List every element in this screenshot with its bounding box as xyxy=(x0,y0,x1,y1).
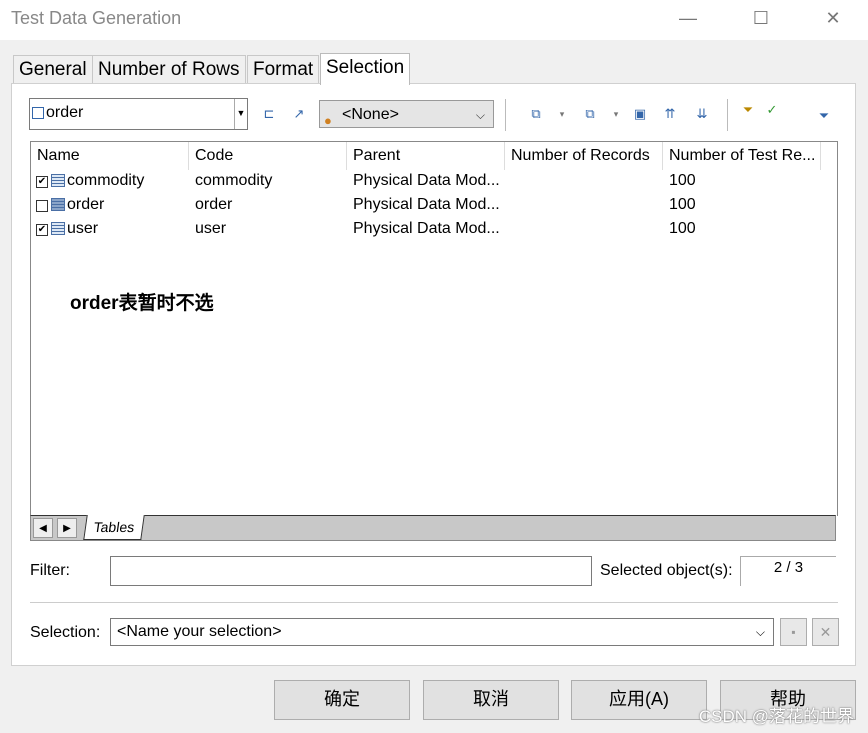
maximize-button[interactable]: ☐ xyxy=(738,0,784,36)
object-type-combo[interactable]: order ▼ xyxy=(29,98,248,130)
cell-test-records: 100 xyxy=(669,172,696,189)
table-icon xyxy=(51,198,65,211)
cell-test-records: 100 xyxy=(669,220,696,237)
close-button[interactable]: ✕ xyxy=(810,0,856,36)
dropdown-arrow-icon[interactable]: ▾ xyxy=(607,105,625,123)
table-icon xyxy=(51,174,65,187)
toolbar-separator xyxy=(727,99,728,131)
apply-button[interactable]: 应用(A) xyxy=(571,680,707,720)
column-header-number-of-test-records[interactable]: Number of Test Re... xyxy=(663,142,821,170)
column-header-parent[interactable]: Parent xyxy=(347,142,505,170)
move-to-bottom-icon[interactable]: ⇊ xyxy=(693,105,711,123)
user-icon: ● xyxy=(324,113,332,128)
filter-icon[interactable]: ⏷ xyxy=(739,101,757,119)
column-header-code[interactable]: Code xyxy=(189,142,347,170)
divider xyxy=(30,602,838,603)
column-header-name[interactable]: Name xyxy=(31,142,189,170)
object-list[interactable]: Name Code Parent Number of Records Numbe… xyxy=(30,141,838,516)
include-shortcuts-icon[interactable]: ↗ xyxy=(290,105,308,123)
owner-value: <None> xyxy=(342,106,399,123)
scroll-left-icon[interactable]: ◀ xyxy=(33,518,53,538)
cell-name: order xyxy=(67,196,105,213)
cell-code: commodity xyxy=(195,172,273,189)
cell-code: order xyxy=(195,196,233,213)
filter-selected-icon[interactable]: ⏷ xyxy=(815,107,833,125)
cell-parent: Physical Data Mod... xyxy=(353,172,500,189)
cell-code: user xyxy=(195,220,227,237)
deselect-all-icon[interactable]: ⧉ xyxy=(581,105,599,123)
selection-name-value: <Name your selection> xyxy=(117,623,282,640)
delete-selection-icon[interactable]: ✕ xyxy=(812,618,839,646)
watermark: CSDN @落花的世界 xyxy=(698,707,854,726)
toolbar-separator xyxy=(505,99,506,131)
cancel-button[interactable]: 取消 xyxy=(423,680,559,720)
cell-parent: Physical Data Mod... xyxy=(353,220,500,237)
sheet-tabs-bar: ◀ ▶ Tables xyxy=(30,515,836,541)
save-selection-icon[interactable]: ▪ xyxy=(780,618,807,646)
selected-objects-count: 2 / 3 xyxy=(740,556,836,586)
use-graphical-selection-icon[interactable]: ▣ xyxy=(631,105,649,123)
ok-button[interactable]: 确定 xyxy=(274,680,410,720)
row-checkbox[interactable] xyxy=(36,200,48,212)
cell-parent: Physical Data Mod... xyxy=(353,196,500,213)
row-checkbox[interactable]: ✔ xyxy=(36,176,48,188)
include-subpackages-icon[interactable]: ⊏ xyxy=(260,105,278,123)
selection-label: Selection: xyxy=(30,624,101,641)
selection-name-combo[interactable]: <Name your selection> ⌵ xyxy=(110,618,774,646)
table-icon xyxy=(51,222,65,235)
chevron-down-icon[interactable]: ⌵ xyxy=(476,101,485,129)
tab-number-of-rows[interactable]: Number of Rows xyxy=(92,55,246,84)
filter-input[interactable] xyxy=(110,556,592,586)
tab-format[interactable]: Format xyxy=(247,55,320,84)
select-all-icon[interactable]: ⧉ xyxy=(527,105,545,123)
scroll-right-icon[interactable]: ▶ xyxy=(57,518,77,538)
minimize-button[interactable]: — xyxy=(665,0,711,36)
selected-objects-label: Selected object(s): xyxy=(600,562,733,579)
annotation-text: order表暂时不选 xyxy=(70,293,214,314)
filter-check-icon[interactable]: ✓ xyxy=(763,101,781,119)
row-checkbox[interactable]: ✔ xyxy=(36,224,48,236)
filter-label: Filter: xyxy=(30,562,70,579)
tab-selection[interactable]: Selection xyxy=(320,53,411,85)
cell-name: user xyxy=(67,220,99,237)
column-header-number-of-records[interactable]: Number of Records xyxy=(505,142,663,170)
object-type-value: order xyxy=(46,104,84,121)
chevron-down-icon[interactable]: ▼ xyxy=(234,99,247,129)
dropdown-arrow-icon[interactable]: ▾ xyxy=(553,105,571,123)
package-icon xyxy=(32,107,44,119)
cell-test-records: 100 xyxy=(669,196,696,213)
owner-combo[interactable]: ● <None> ⌵ xyxy=(319,100,494,128)
move-to-top-icon[interactable]: ⇈ xyxy=(661,105,679,123)
tab-general[interactable]: General xyxy=(13,55,93,84)
cell-name: commodity xyxy=(67,172,145,189)
sheet-tab-tables[interactable]: Tables xyxy=(83,515,145,540)
window-title: Test Data Generation xyxy=(11,8,182,28)
chevron-down-icon[interactable]: ⌵ xyxy=(756,619,765,645)
